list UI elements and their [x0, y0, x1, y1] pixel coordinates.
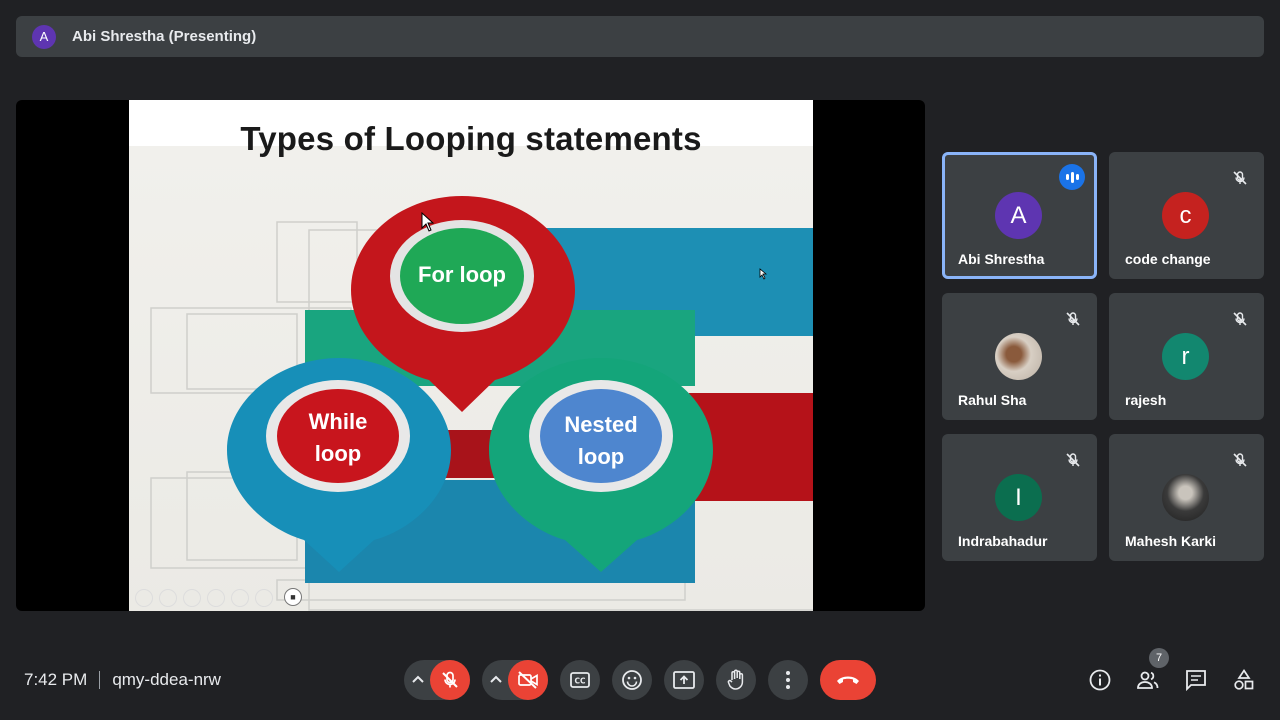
meeting-details-button[interactable]	[1086, 666, 1114, 694]
participant-tile-mahesh-karki[interactable]: Mahesh Karki	[1109, 434, 1264, 561]
prev-slide-icon[interactable]	[135, 589, 153, 607]
cursor-small-icon	[759, 268, 767, 280]
svg-text:CC: CC	[574, 677, 586, 686]
closed-captions-icon: CC	[570, 672, 590, 688]
camera-toggle-button[interactable]	[508, 660, 548, 700]
pen-icon[interactable]	[183, 589, 201, 607]
presentation-slide: Types of Looping statements For loop Whi…	[129, 100, 813, 611]
people-count-badge: 7	[1149, 648, 1169, 668]
mic-off-icon	[1063, 309, 1083, 329]
participant-name: Abi Shrestha	[958, 251, 1045, 267]
shared-screen: Types of Looping statements For loop Whi…	[16, 100, 925, 611]
presenter-avatar: A	[32, 24, 56, 49]
activities-button[interactable]	[1230, 666, 1258, 694]
avatar-photo	[1162, 474, 1209, 521]
menu-icon[interactable]	[255, 589, 273, 607]
meeting-code: qmy-ddea-nrw	[112, 670, 221, 689]
slide-toolbar	[135, 589, 273, 607]
raise-hand-button[interactable]	[716, 660, 756, 700]
mic-off-icon	[1230, 168, 1250, 188]
avatar-photo	[995, 333, 1042, 380]
people-icon	[1137, 671, 1159, 689]
bottom-control-bar: 7:42 PM qmy-ddea-nrw CC 7	[0, 640, 1280, 720]
microphone-control	[404, 660, 470, 700]
more-vert-icon	[786, 671, 790, 689]
info-icon	[1089, 669, 1111, 691]
present-now-button[interactable]	[664, 660, 704, 700]
slide-graphic	[150, 196, 813, 611]
camera-control	[482, 660, 548, 700]
participant-name: Indrabahadur	[958, 533, 1048, 549]
raise-hand-icon	[727, 669, 744, 690]
meeting-info: 7:42 PM qmy-ddea-nrw	[24, 670, 221, 690]
participant-tile-abi-shrestha[interactable]: A Abi Shrestha	[942, 152, 1097, 279]
reactions-button[interactable]	[612, 660, 652, 700]
hang-up-icon	[837, 676, 859, 684]
mic-options-chevron-icon[interactable]	[411, 671, 425, 689]
divider	[99, 671, 101, 689]
participant-name: Rahul Sha	[958, 392, 1027, 408]
presenting-bar: A Abi Shrestha (Presenting)	[16, 16, 1264, 57]
participant-tile-code-change[interactable]: c code change	[1109, 152, 1264, 279]
people-button[interactable]	[1134, 666, 1162, 694]
captions-button[interactable]: CC	[560, 660, 600, 700]
speaking-indicator-icon	[1059, 164, 1085, 190]
participant-tile-rahul-sha[interactable]: Rahul Sha	[942, 293, 1097, 420]
while-loop-label: While loop	[308, 409, 368, 466]
presenter-label: Abi Shrestha (Presenting)	[72, 28, 257, 45]
avatar: A	[995, 192, 1042, 239]
more-options-button[interactable]	[768, 660, 808, 700]
slides-icon[interactable]	[207, 589, 225, 607]
clock-time: 7:42 PM	[24, 670, 88, 689]
leave-call-button[interactable]	[820, 660, 876, 700]
participant-name: rajesh	[1125, 392, 1167, 408]
for-loop-label: For loop	[418, 262, 506, 287]
participant-name: Mahesh Karki	[1125, 533, 1217, 549]
slide-title: Types of Looping statements	[240, 120, 702, 157]
chat-button[interactable]	[1182, 666, 1210, 694]
camera-options-chevron-icon[interactable]	[489, 671, 503, 689]
participant-tile-indrabahadur[interactable]: I Indrabahadur	[942, 434, 1097, 561]
nested-loop-label: Nested loop	[564, 412, 638, 469]
mic-off-icon	[1230, 450, 1250, 470]
camera-off-icon	[518, 671, 538, 689]
mic-off-icon	[442, 671, 458, 688]
emoji-icon	[622, 670, 642, 690]
present-screen-icon	[673, 671, 695, 689]
cursor-icon	[421, 212, 435, 232]
avatar: r	[1162, 333, 1209, 380]
avatar: c	[1162, 192, 1209, 239]
mic-off-icon	[1230, 309, 1250, 329]
mic-off-icon	[1063, 450, 1083, 470]
zoom-icon[interactable]	[231, 589, 249, 607]
activities-shapes-icon	[1234, 668, 1254, 690]
participant-name: code change	[1125, 251, 1211, 267]
participant-tile-rajesh[interactable]: r rajesh	[1109, 293, 1264, 420]
avatar: I	[995, 474, 1042, 521]
next-slide-icon[interactable]	[159, 589, 177, 607]
video-camera-icon[interactable]: ■	[284, 588, 302, 606]
chat-icon	[1186, 670, 1206, 692]
mic-toggle-button[interactable]	[430, 660, 470, 700]
